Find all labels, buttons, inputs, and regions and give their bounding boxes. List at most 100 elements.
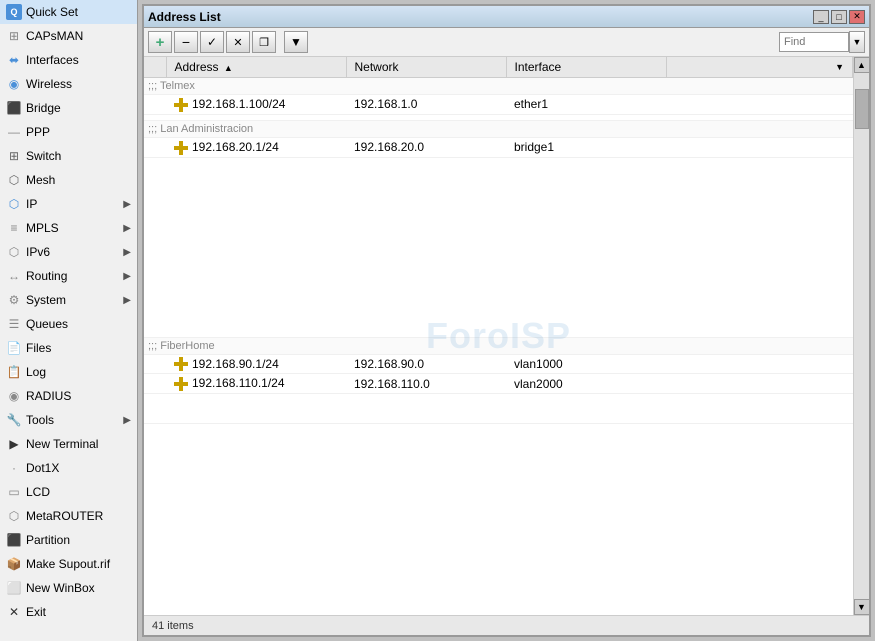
- row-select[interactable]: [144, 137, 166, 157]
- copy-button[interactable]: ❐: [252, 31, 276, 53]
- col-extra-header[interactable]: ▼: [666, 57, 853, 78]
- sidebar-item-label: LCD: [26, 485, 50, 499]
- table-row[interactable]: 192.168.90.1/24 192.168.90.0 vlan1000: [144, 354, 853, 374]
- add-button[interactable]: +: [148, 31, 172, 53]
- sidebar-item-makesupout[interactable]: 📦 Make Supout.rif: [0, 552, 137, 576]
- search-dropdown[interactable]: ▼: [849, 31, 865, 53]
- sidebar-item-label: IPv6: [26, 245, 50, 259]
- tools-icon: 🔧: [6, 412, 22, 428]
- section-comment: ;;; FiberHome: [148, 340, 215, 352]
- search-input[interactable]: [779, 32, 849, 52]
- bottom-space-row: [144, 394, 853, 424]
- row-network: 192.168.110.0: [346, 374, 506, 394]
- sidebar-item-log[interactable]: 📋 Log: [0, 360, 137, 384]
- sidebar-item-quickset[interactable]: Q Quick Set: [0, 0, 137, 24]
- chevron-right-icon: ▶: [123, 271, 131, 282]
- col-select-header[interactable]: [144, 57, 166, 78]
- chevron-right-icon: ▶: [123, 295, 131, 306]
- sidebar-item-ip[interactable]: ⬡ IP ▶: [0, 192, 137, 216]
- sidebar-item-queues[interactable]: ☰ Queues: [0, 312, 137, 336]
- sidebar-item-partition[interactable]: ⬛ Partition: [0, 528, 137, 552]
- files-icon: 📄: [6, 340, 22, 356]
- sidebar-item-system[interactable]: ⚙ System ▶: [0, 288, 137, 312]
- sidebar-item-newterminal[interactable]: ▶ New Terminal: [0, 432, 137, 456]
- sidebar-item-newwinbox[interactable]: ⬜ New WinBox: [0, 576, 137, 600]
- scroll-down-button[interactable]: ▼: [854, 599, 870, 615]
- row-address[interactable]: 192.168.1.100/24: [166, 95, 346, 115]
- main-area: Address List _ □ ✕ + − ✓ ✕ ❐ ▼ ▼ ForoISP: [138, 0, 875, 641]
- row-select[interactable]: [144, 354, 166, 374]
- quickset-icon: Q: [6, 4, 22, 20]
- row-extra: [666, 137, 853, 157]
- sidebar-item-lcd[interactable]: ▭ LCD: [0, 480, 137, 504]
- sidebar-item-bridge[interactable]: ⬛ Bridge: [0, 96, 137, 120]
- row-address[interactable]: 192.168.20.1/24: [166, 137, 346, 157]
- disable-button[interactable]: ✕: [226, 31, 250, 53]
- minimize-button[interactable]: _: [813, 10, 829, 24]
- queues-icon: ☰: [6, 316, 22, 332]
- routing-icon: ↔: [6, 268, 22, 284]
- bridge-icon: ⬛: [6, 100, 22, 116]
- row-address[interactable]: 192.168.90.1/24: [166, 354, 346, 374]
- sidebar-item-files[interactable]: 📄 Files: [0, 336, 137, 360]
- ip-icon: ⬡: [6, 196, 22, 212]
- scrollbar-thumb[interactable]: [855, 89, 869, 129]
- remove-button[interactable]: −: [174, 31, 198, 53]
- table-row[interactable]: 192.168.1.100/24 192.168.1.0 ether1: [144, 95, 853, 115]
- row-network: 192.168.90.0: [346, 354, 506, 374]
- col-network-header[interactable]: Network: [346, 57, 506, 78]
- sidebar-item-label: CAPsMAN: [26, 29, 83, 43]
- switch-icon: ⊞: [6, 148, 22, 164]
- lcd-icon: ▭: [6, 484, 22, 500]
- chevron-right-icon: ▶: [123, 199, 131, 210]
- scroll-up-button[interactable]: ▲: [854, 57, 870, 73]
- row-extra: [666, 95, 853, 115]
- table-row[interactable]: 192.168.20.1/24 192.168.20.0 bridge1: [144, 137, 853, 157]
- scrollbar-right: ▲ ▼: [853, 57, 869, 615]
- sidebar-item-routing[interactable]: ↔ Routing ▶: [0, 264, 137, 288]
- maximize-button[interactable]: □: [831, 10, 847, 24]
- enable-button[interactable]: ✓: [200, 31, 224, 53]
- sidebar-item-exit[interactable]: ✕ Exit: [0, 600, 137, 624]
- sidebar-item-mesh[interactable]: ⬡ Mesh: [0, 168, 137, 192]
- radius-icon: ◉: [6, 388, 22, 404]
- section-lan-admin: ;;; Lan Administracion: [144, 120, 853, 137]
- sidebar-item-interfaces[interactable]: ⬌ Interfaces: [0, 48, 137, 72]
- sidebar-item-label: Quick Set: [26, 5, 78, 19]
- sidebar-item-ppp[interactable]: — PPP: [0, 120, 137, 144]
- sidebar-item-wireless[interactable]: ◉ Wireless: [0, 72, 137, 96]
- sidebar-item-ipv6[interactable]: ⬡ IPv6 ▶: [0, 240, 137, 264]
- sidebar-item-label: Files: [26, 341, 51, 355]
- sidebar-item-dot1x[interactable]: · Dot1X: [0, 456, 137, 480]
- exit-icon: ✕: [6, 604, 22, 620]
- table-row[interactable]: 192.168.110.1/24 192.168.110.0 vlan2000: [144, 374, 853, 394]
- address-icon: [174, 141, 188, 155]
- col-address-header[interactable]: Address ▲: [166, 57, 346, 78]
- table-scroll-area: ForoISP Address ▲ Network: [144, 57, 869, 615]
- sidebar-item-radius[interactable]: ◉ RADIUS: [0, 384, 137, 408]
- address-icon: [174, 98, 188, 112]
- close-button[interactable]: ✕: [849, 10, 865, 24]
- address-icon: [174, 377, 188, 391]
- col-interface-header[interactable]: Interface: [506, 57, 666, 78]
- sidebar-item-metarouter[interactable]: ⬡ MetaROUTER: [0, 504, 137, 528]
- sidebar-item-mpls[interactable]: ≡ MPLS ▶: [0, 216, 137, 240]
- partition-icon: ⬛: [6, 532, 22, 548]
- filter-button[interactable]: ▼: [284, 31, 308, 53]
- row-interface: vlan2000: [506, 374, 666, 394]
- sidebar-item-switch[interactable]: ⊞ Switch: [0, 144, 137, 168]
- row-network: 192.168.1.0: [346, 95, 506, 115]
- section-telmex: ;;; Telmex: [144, 78, 853, 95]
- empty-space-row: [144, 157, 853, 337]
- wireless-icon: ◉: [6, 76, 22, 92]
- sidebar-item-capsman[interactable]: ⊞ CAPsMAN: [0, 24, 137, 48]
- sort-asc-icon: ▲: [224, 63, 233, 73]
- ppp-icon: —: [6, 124, 22, 140]
- window-title: Address List: [148, 10, 221, 24]
- row-select[interactable]: [144, 374, 166, 394]
- row-address[interactable]: 192.168.110.1/24: [166, 374, 346, 394]
- row-select[interactable]: [144, 95, 166, 115]
- sidebar-item-label: RADIUS: [26, 389, 71, 403]
- row-extra: [666, 374, 853, 394]
- sidebar-item-tools[interactable]: 🔧 Tools ▶: [0, 408, 137, 432]
